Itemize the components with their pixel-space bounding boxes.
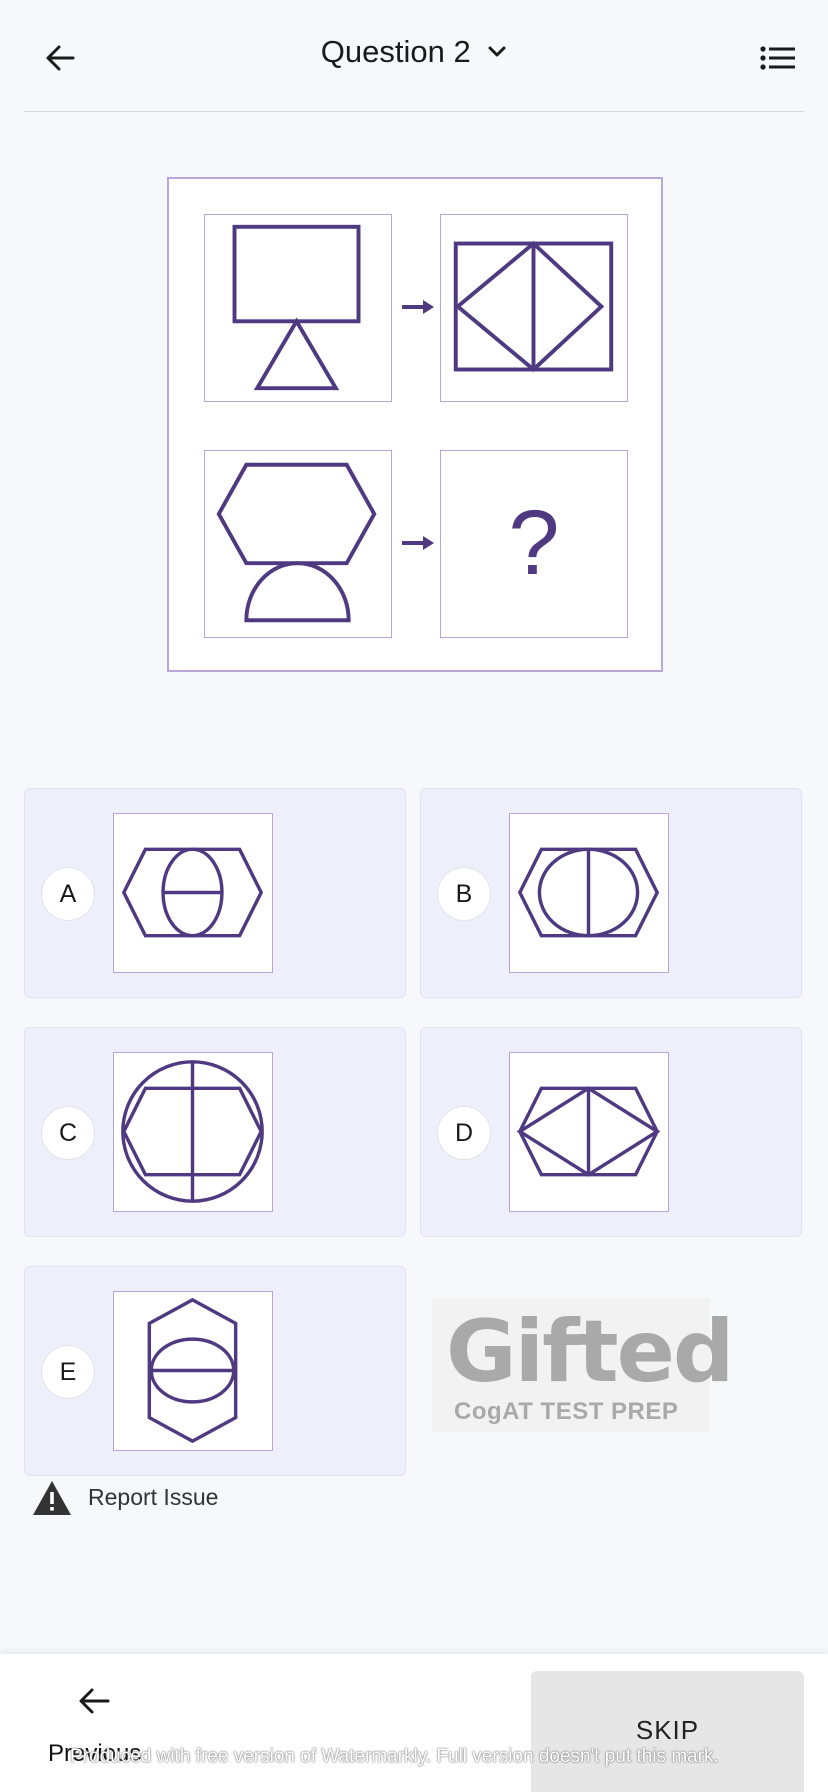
chevron-down-icon bbox=[488, 46, 506, 57]
logo-tagline: CogAT TEST PREP bbox=[454, 1398, 679, 1425]
option-figure bbox=[509, 1052, 669, 1212]
rectangle-over-triangle-shape bbox=[232, 224, 361, 391]
watermark-text: Produced with free version of Watermarkl… bbox=[70, 1746, 719, 1767]
option-figure bbox=[509, 813, 669, 973]
list-menu-icon[interactable] bbox=[758, 40, 798, 76]
answer-option-b[interactable]: B bbox=[420, 788, 802, 998]
option-letter: E bbox=[41, 1345, 95, 1399]
skip-label: SKIP bbox=[635, 1715, 700, 1745]
option-figure bbox=[113, 1291, 273, 1451]
square-with-diamond-shape bbox=[453, 240, 614, 373]
question-figure: ? bbox=[167, 177, 663, 672]
hexagon-with-diamond-shape bbox=[516, 1086, 661, 1177]
option-letter: D bbox=[437, 1106, 491, 1160]
hexagon-with-ellipse-shape bbox=[121, 847, 264, 938]
option-letter: A bbox=[41, 867, 95, 921]
question-cell-hexagon-semicircle bbox=[204, 450, 392, 638]
option-letter: C bbox=[41, 1106, 95, 1160]
option-figure bbox=[113, 813, 273, 973]
question-mark: ? bbox=[508, 492, 560, 594]
answer-option-d[interactable]: D bbox=[420, 1027, 802, 1237]
page-title: Question 2 bbox=[320, 34, 471, 69]
circle-with-hexagon-shape bbox=[121, 1060, 264, 1203]
top-bar: Question 2 bbox=[0, 0, 828, 112]
back-arrow-icon bbox=[79, 1688, 110, 1714]
hexagon-over-semicircle-shape bbox=[216, 462, 377, 623]
warning-icon bbox=[33, 1481, 71, 1515]
question-selector[interactable]: Question 2 bbox=[0, 34, 828, 70]
arrow-right-icon bbox=[402, 536, 434, 550]
logo-brand: Gifted bbox=[446, 1302, 734, 1402]
option-figure bbox=[113, 1052, 273, 1212]
bottom-bar: Previous SKIP bbox=[0, 1654, 828, 1792]
question-cell-unknown: ? bbox=[440, 450, 628, 638]
gifted-logo: Gifted CogAT TEST PREP bbox=[432, 1298, 734, 1432]
header-divider bbox=[24, 111, 804, 112]
answer-option-a[interactable]: A bbox=[24, 788, 406, 998]
hexagon-with-circle-shape bbox=[517, 847, 660, 938]
skip-button[interactable]: SKIP bbox=[531, 1671, 804, 1792]
report-issue-label: Report Issue bbox=[88, 1484, 219, 1510]
question-cell-rectangle-triangle bbox=[204, 214, 392, 402]
option-letter: B bbox=[437, 867, 491, 921]
vertical-hexagon-with-ellipse-shape bbox=[147, 1297, 238, 1444]
answer-option-c[interactable]: C bbox=[24, 1027, 406, 1237]
arrow-right-icon bbox=[402, 300, 434, 314]
answer-option-e[interactable]: E bbox=[24, 1266, 406, 1476]
question-cell-square-diamond bbox=[440, 214, 628, 402]
